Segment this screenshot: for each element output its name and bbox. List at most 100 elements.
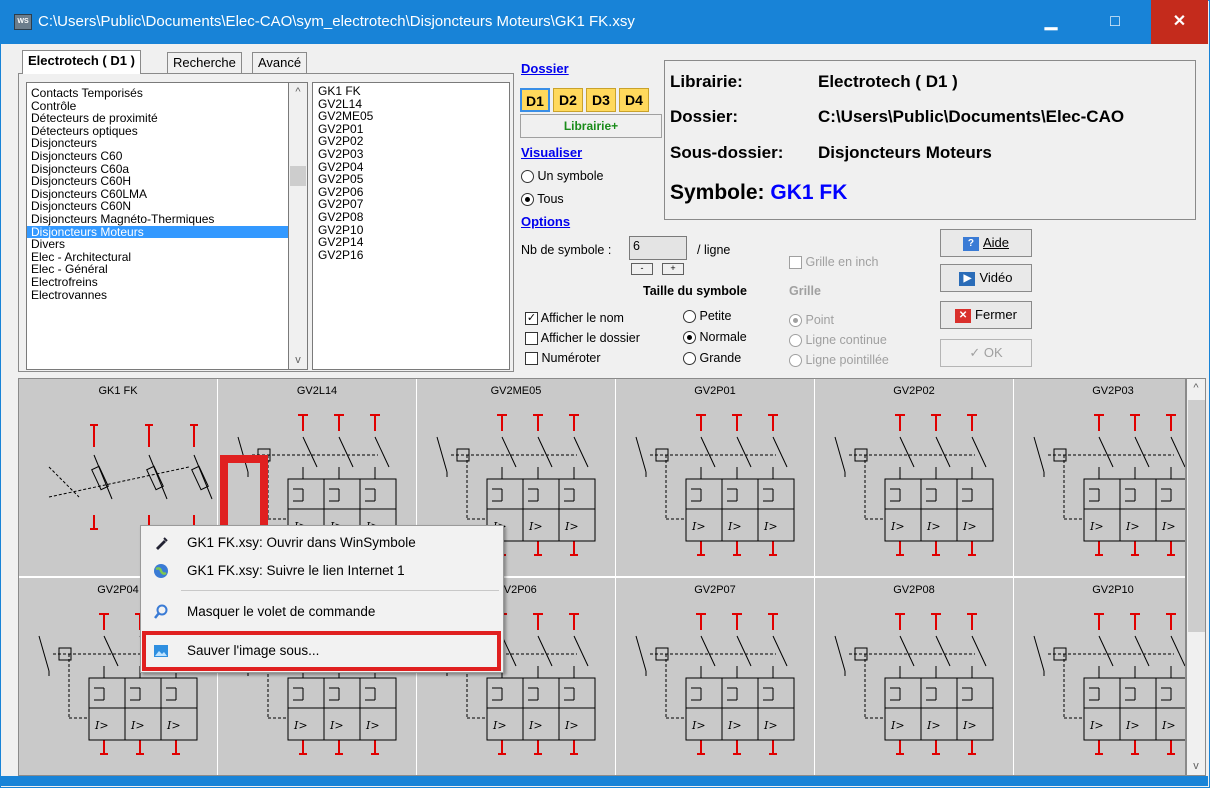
- radio-icon[interactable]: [521, 170, 534, 184]
- schematic-drawing: I> I> I>: [635, 414, 795, 556]
- nb-symbole-input[interactable]: 6: [629, 236, 687, 260]
- symbol-cell[interactable]: GV2P10 I> I> I>: [1014, 578, 1185, 775]
- dossier-label: Dossier:: [670, 107, 739, 126]
- librairie-plus-button[interactable]: Librairie+: [520, 114, 662, 138]
- symbol-cell[interactable]: GV2P08 I> I> I>: [815, 578, 1014, 775]
- svg-text:I>: I>: [691, 719, 706, 732]
- tab-recherche[interactable]: Recherche: [167, 52, 242, 73]
- folder-d2-button[interactable]: D2: [553, 88, 583, 112]
- afficher-dossier-checkbox[interactable]: Afficher le dossier: [525, 331, 640, 346]
- symbole-line: Symbole: GK1 FK: [670, 181, 847, 205]
- radio-icon[interactable]: [789, 334, 802, 348]
- grid-scrollbar[interactable]: ^ v: [1186, 378, 1206, 776]
- increment-button[interactable]: +: [662, 263, 684, 275]
- svg-text:I>: I>: [564, 520, 579, 533]
- scroll-down-icon[interactable]: v: [289, 351, 307, 369]
- decrement-button[interactable]: -: [631, 263, 653, 275]
- aide-button[interactable]: ? Aide: [940, 229, 1032, 257]
- help-icon: ?: [962, 236, 979, 251]
- category-item[interactable]: Electrofreins: [27, 276, 288, 289]
- radio-tous[interactable]: Tous: [521, 192, 564, 207]
- category-item[interactable]: Disjoncteurs C60H: [27, 175, 288, 188]
- checkbox-icon[interactable]: [789, 256, 802, 270]
- radio-icon[interactable]: [683, 310, 696, 324]
- svg-text:I>: I>: [1125, 719, 1140, 732]
- symbol-list-item[interactable]: GV2P03: [313, 148, 509, 161]
- nb-symbole-label: Nb de symbole :: [521, 243, 612, 257]
- svg-text:I>: I>: [365, 719, 380, 732]
- symbole-label: Symbole:: [670, 181, 765, 204]
- radio-icon[interactable]: [683, 352, 696, 366]
- checkbox-icon[interactable]: [525, 352, 538, 366]
- checkbox-icon[interactable]: [525, 332, 538, 346]
- svg-text:I>: I>: [727, 719, 742, 732]
- video-icon: ▶: [959, 271, 976, 286]
- menu-item-hide-panel[interactable]: Masquer le volet de commande: [143, 599, 501, 625]
- radio-selected-icon[interactable]: [683, 331, 696, 345]
- tab-avance[interactable]: Avancé: [252, 52, 308, 73]
- menu-item-link[interactable]: GK1 FK.xsy: Suivre le lien Internet 1: [143, 558, 501, 584]
- symbol-list-item[interactable]: GV2P05: [313, 173, 509, 186]
- symbol-cell[interactable]: GV2P03 I> I> I>: [1014, 379, 1185, 577]
- category-item[interactable]: Disjoncteurs Moteurs: [27, 225, 288, 239]
- menu-item-open[interactable]: GK1 FK.xsy: Ouvrir dans WinSymbole: [143, 530, 501, 556]
- radio-petite[interactable]: Petite: [683, 309, 731, 324]
- radio-selected-icon[interactable]: [789, 314, 802, 328]
- radio-selected-icon[interactable]: [521, 193, 534, 207]
- radio-grande[interactable]: Grande: [683, 351, 741, 366]
- symbol-list-item[interactable]: GV2P14: [313, 236, 509, 249]
- video-button[interactable]: ▶ Vidéo: [940, 264, 1032, 292]
- symbol-cell[interactable]: GV2P07 I> I> I>: [616, 578, 815, 775]
- folder-d4-button[interactable]: D4: [619, 88, 649, 112]
- folder-d1-button[interactable]: D1: [520, 88, 550, 112]
- category-item[interactable]: Disjoncteurs C60: [27, 150, 288, 163]
- symbol-cell-title: GV2ME05: [490, 385, 542, 397]
- close-button[interactable]: ✕: [1151, 0, 1208, 44]
- scroll-down-icon[interactable]: v: [1187, 757, 1205, 775]
- category-item[interactable]: Divers: [27, 238, 288, 251]
- numeroter-checkbox[interactable]: Numéroter: [525, 351, 601, 366]
- radio-point[interactable]: Point: [789, 313, 834, 328]
- category-list[interactable]: Contacts Temporisés Contrôle Détecteurs de…: [26, 82, 288, 370]
- radio-ligne-pointillee[interactable]: Ligne pointillée: [789, 353, 889, 368]
- tab-electrotech[interactable]: Electrotech ( D1 ): [22, 50, 141, 74]
- category-scrollbar[interactable]: ^ v: [288, 82, 308, 370]
- title-bar[interactable]: WS C:\Users\Public\Documents\Elec-CAO\sy…: [0, 0, 1208, 44]
- symbol-cell[interactable]: GV2P02 I> I> I>: [815, 379, 1014, 577]
- scroll-thumb[interactable]: [290, 166, 306, 186]
- symbol-list[interactable]: GK1 FK GV2L14 GV2ME05 GV2P01 GV2P02 GV2P03 GV2…: [312, 82, 510, 370]
- radio-icon[interactable]: [789, 354, 802, 368]
- symbol-cell[interactable]: GV2P01 I> I> I>: [616, 379, 815, 577]
- svg-text:I>: I>: [890, 520, 905, 533]
- minimize-button[interactable]: ▁: [1027, 0, 1075, 44]
- options-heading[interactable]: Options: [521, 214, 570, 229]
- schematic-drawing: I> I> I>: [834, 414, 994, 556]
- radio-un-symbole[interactable]: Un symbole: [521, 169, 603, 184]
- radio-ligne-continue[interactable]: Ligne continue: [789, 333, 887, 348]
- maximize-button[interactable]: □: [1091, 0, 1139, 44]
- ok-button[interactable]: ✓ OK: [940, 339, 1032, 367]
- afficher-nom-checkbox[interactable]: ✓ Afficher le nom: [525, 311, 624, 326]
- symbol-list-item[interactable]: GV2ME05: [313, 110, 509, 123]
- radio-normale[interactable]: Normale: [683, 330, 747, 345]
- folder-d3-button[interactable]: D3: [586, 88, 616, 112]
- symbol-list-item[interactable]: GV2P16: [313, 249, 509, 262]
- category-item[interactable]: Electrovannes: [27, 288, 288, 302]
- checkbox-checked-icon[interactable]: ✓: [525, 312, 538, 326]
- svg-text:I>: I>: [94, 719, 109, 732]
- symbol-list-item[interactable]: GV2P08: [313, 211, 509, 224]
- visualiser-heading[interactable]: Visualiser: [521, 145, 582, 160]
- category-item[interactable]: Disjoncteurs Magnéto-Thermiques: [27, 213, 288, 226]
- category-item[interactable]: Détecteurs de proximité: [27, 112, 288, 125]
- fermer-button[interactable]: ✕ Fermer: [940, 301, 1032, 329]
- category-item[interactable]: Contacts Temporisés: [27, 87, 288, 100]
- dossier-heading[interactable]: Dossier: [521, 61, 569, 76]
- scroll-up-icon[interactable]: ^: [289, 83, 307, 101]
- svg-text:I>: I>: [962, 719, 977, 732]
- symbol-list-item[interactable]: GK1 FK: [313, 85, 509, 98]
- scroll-thumb[interactable]: [1188, 400, 1205, 632]
- grille-inch-checkbox[interactable]: Grille en inch: [789, 255, 878, 270]
- symbol-cell-title: GV2P10: [1092, 584, 1134, 596]
- scroll-up-icon[interactable]: ^: [1187, 379, 1205, 397]
- svg-text:I>: I>: [293, 719, 308, 732]
